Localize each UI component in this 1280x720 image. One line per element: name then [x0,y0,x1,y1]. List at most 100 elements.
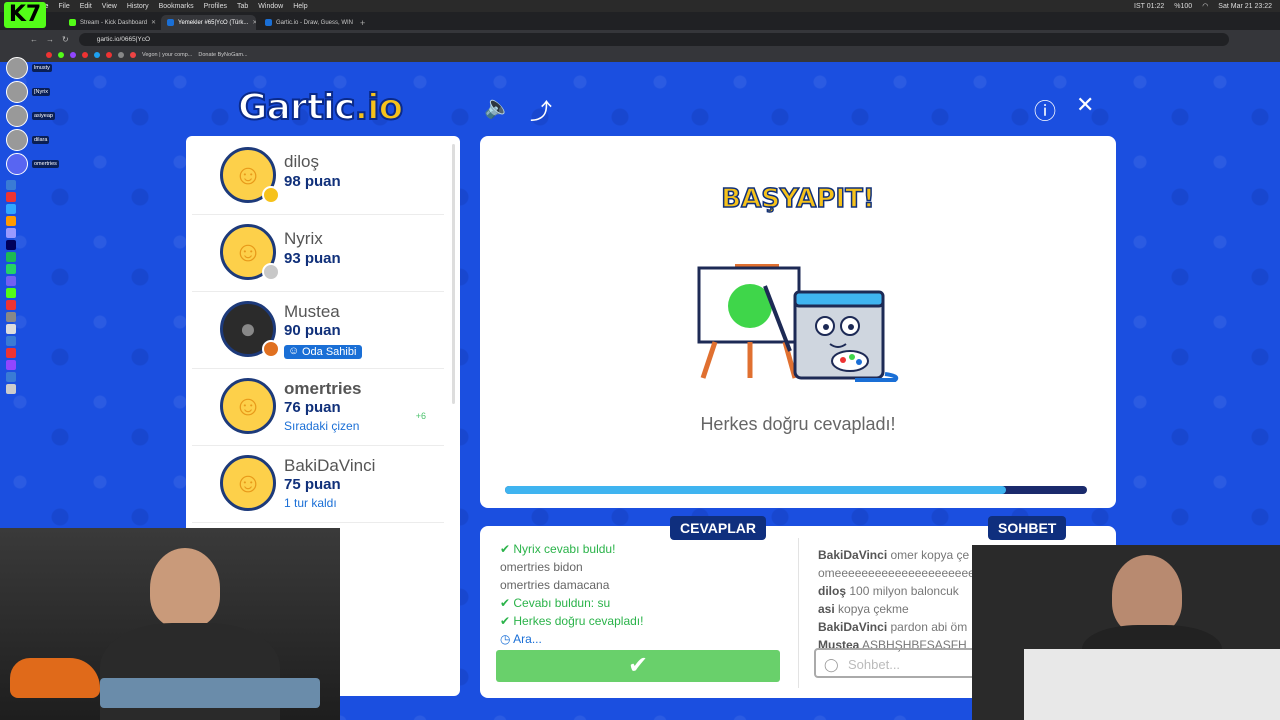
viewer-name: dilara [32,136,50,144]
app-icon[interactable] [6,312,16,322]
app-icon[interactable] [6,192,16,202]
points-gain: +6 [415,411,426,421]
logo-text: Gartic [237,86,356,129]
player-status: 1 tur kaldı [284,496,337,510]
tab-yemekler[interactable]: Yemekler #65|YcO (Türk... ✕ [161,15,256,30]
app-icon[interactable] [6,180,16,190]
menu-item[interactable]: Help [293,3,307,10]
app-icon[interactable] [6,300,16,310]
clock-icon: ◷ [500,632,511,646]
streamer-webcam [0,528,340,720]
bronze-medal-icon [262,340,280,358]
bookmark-link[interactable]: Donate ByNoGam... [198,52,247,58]
menu-item[interactable]: Window [258,3,283,10]
app-icon[interactable] [6,276,16,286]
confirm-button[interactable]: ✔ [496,650,780,682]
app-icon[interactable] [6,372,16,382]
chat-input[interactable]: ◯ Sohbet... [814,648,984,678]
ist-time: IST 01:22 [1134,2,1165,10]
avatar [6,57,28,79]
app-icon[interactable] [6,216,16,226]
os-menubar: ChromeFileEditViewHistoryBookmarksProfil… [0,0,1280,12]
viewer-name: omertries [32,160,59,168]
menu-item[interactable]: Tab [237,3,248,10]
player-row[interactable]: ☺ omertries 76 puan Sıradaki çizen +6 [192,369,444,446]
avatar: ☺ [220,455,276,511]
gartic-favicon-icon [167,19,174,26]
gartic-favicon-icon [265,19,272,26]
sound-icon[interactable]: 🔈 [484,94,511,120]
menu-item[interactable]: Bookmarks [159,3,194,10]
tab-answers[interactable]: CEVAPLAR [670,516,766,540]
app-icon[interactable] [6,324,16,334]
app-icon[interactable] [6,264,16,274]
avatar [6,81,28,103]
app-icon[interactable] [6,240,16,250]
menu-item[interactable]: Edit [80,3,92,10]
list-item: omertries damacana [500,578,610,592]
wifi-icon[interactable]: ◠ [1202,2,1208,10]
close-icon[interactable]: ✕ [1076,92,1094,118]
bookmark-icon[interactable] [82,52,88,58]
secondary-view [1024,649,1280,720]
streamer-figure [150,548,220,628]
bookmark-icon[interactable] [118,52,124,58]
app-icon[interactable] [6,288,16,298]
app-icon[interactable] [6,252,16,262]
reload-icon[interactable]: ↻ [62,35,69,44]
bookmark-link[interactable]: Vegon | your comp... [142,52,192,58]
player-name: diloş [284,152,319,171]
player-points: 76 puan [284,399,341,416]
bookmark-icon[interactable] [130,52,136,58]
result-title: BAŞYAPIT! [721,183,876,215]
masterpiece-illustration [697,264,899,382]
info-icon[interactable]: ⓘ [1034,94,1056,126]
viewer-name: asiyeap [32,112,55,120]
result-message: Herkes doğru cevapladı! [700,414,896,434]
app-icon[interactable] [6,228,16,238]
list-item: ◷ Ara... [500,632,542,646]
player-points: 93 puan [284,250,341,267]
app-icon[interactable] [6,360,16,370]
share-icon[interactable]: ⤴ [530,94,552,126]
gartic-logo[interactable]: Gartic.io [237,86,404,129]
tab-chat[interactable]: SOHBET [988,516,1067,540]
players-scrollbar[interactable] [452,144,455,404]
app-icon[interactable] [6,204,16,214]
viewer-item: omertries [6,152,59,176]
close-tab-icon[interactable]: ✕ [151,19,156,26]
app-icon[interactable] [6,384,16,394]
app-icon[interactable] [6,336,16,346]
close-tab-icon[interactable]: ✕ [252,19,256,26]
tab-kick-dashboard[interactable]: Stream - Kick Dashboard ✕ [63,15,158,30]
tab-gartic[interactable]: Gartic.io - Draw, Guess, WIN ✕ [259,15,354,30]
player-row[interactable]: ☺ BakiDaVinci 75 puan 1 tur kaldı [192,446,444,523]
player-name: omertries [284,379,362,398]
back-icon[interactable]: ← [30,35,38,44]
gold-medal-icon [262,186,280,204]
tab-title: Gartic.io - Draw, Guess, WIN [276,19,354,26]
player-row[interactable]: ☺ Nyrix 93 puan [192,215,444,292]
player-points: 75 puan [284,476,341,493]
app-icon[interactable] [6,348,16,358]
system-clock[interactable]: Sat Mar 21 23:22 [1218,3,1272,10]
viewer-item: [Nyrix [6,80,59,104]
player-row[interactable]: ● Mustea 90 puan Oda Sahibi [192,292,444,369]
player-name: BakiDaVinci [284,456,376,475]
menu-item[interactable]: View [102,3,117,10]
player-row[interactable]: ☺ diloş 98 puan [192,138,444,215]
bookmark-icon[interactable] [106,52,112,58]
bookmark-icon[interactable] [70,52,76,58]
round-timer-bar [505,486,1087,494]
menu-item[interactable]: File [58,3,69,10]
round-result-card: BAŞYAPIT! Herkes doğru cevapladı! [480,136,1116,508]
forward-icon[interactable]: → [46,35,54,44]
menu-item[interactable]: History [127,3,149,10]
bookmark-icon[interactable] [94,52,100,58]
menu-item[interactable]: Profiles [204,3,227,10]
discord-voice-overlay: lmusty [Nyrix asiyeap dilara omertries [6,56,59,176]
kick-favicon-icon [69,19,76,26]
player-name: Mustea [284,302,340,321]
new-tab-button[interactable]: + [360,18,365,28]
url-field[interactable]: gartic.io/0665|YcO [78,32,1229,46]
